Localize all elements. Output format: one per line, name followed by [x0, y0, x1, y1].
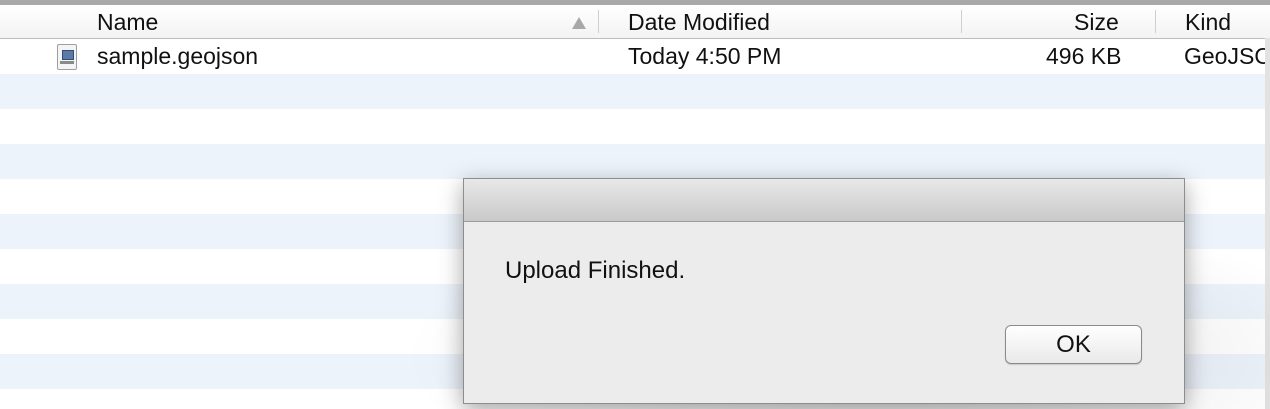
empty-row: [0, 74, 1270, 109]
column-divider[interactable]: [961, 10, 962, 33]
column-header-name[interactable]: Name: [97, 9, 158, 36]
empty-row: [0, 144, 1270, 179]
file-row[interactable]: sample.geojson Today 4:50 PM 496 KB GeoJ…: [0, 39, 1270, 74]
column-header-date-modified[interactable]: Date Modified: [628, 9, 770, 36]
column-header-bar: Name Date Modified Size Kind: [0, 5, 1270, 39]
file-kind: GeoJSO: [1184, 43, 1270, 69]
dialog-title-bar[interactable]: [464, 179, 1184, 222]
file-name: sample.geojson: [97, 43, 259, 69]
column-divider[interactable]: [598, 10, 599, 33]
ok-button[interactable]: OK: [1005, 325, 1142, 364]
empty-row: [0, 109, 1270, 144]
alert-dialog: Upload Finished. OK: [463, 178, 1185, 404]
file-date-modified: Today 4:50 PM: [628, 43, 782, 69]
geojson-file-icon: [57, 44, 77, 70]
column-header-size[interactable]: Size: [1074, 9, 1119, 36]
file-size: 496 KB: [1046, 43, 1122, 69]
dialog-message: Upload Finished.: [505, 257, 686, 284]
column-divider[interactable]: [1155, 10, 1156, 33]
column-header-kind[interactable]: Kind: [1185, 9, 1231, 36]
sort-ascending-icon[interactable]: [572, 17, 586, 29]
